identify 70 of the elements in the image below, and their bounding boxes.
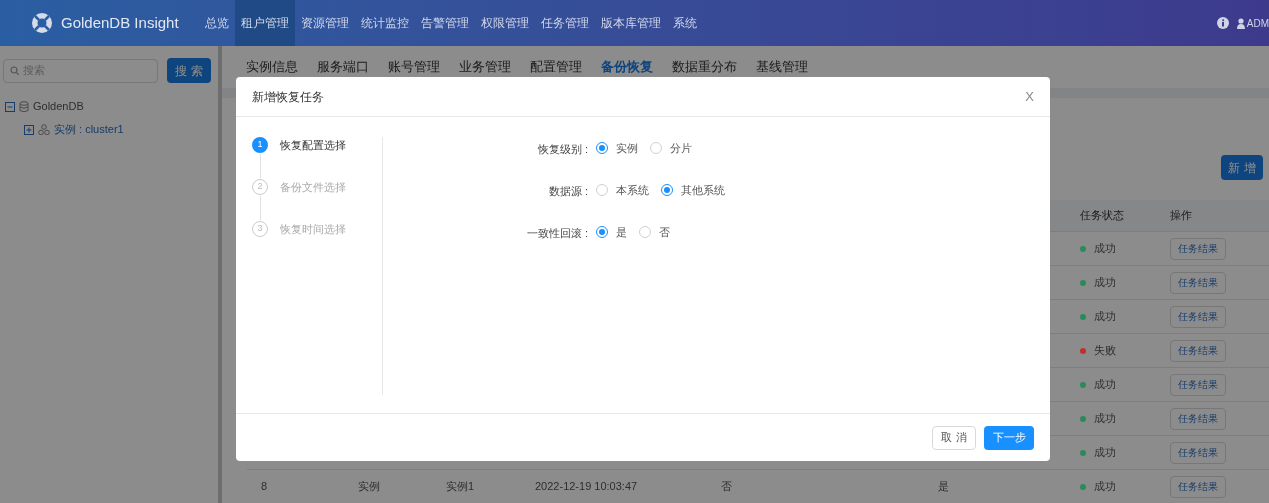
field-label: 一致性回滚 : [526, 227, 588, 239]
user-icon [1236, 17, 1245, 29]
nav-tab[interactable]: 权限管理 [475, 0, 535, 46]
close-button[interactable]: X [1025, 86, 1034, 107]
status-text: 成功 [1094, 445, 1116, 461]
task-result-button[interactable]: 任务结果 [1170, 475, 1226, 498]
column-header: 任务状态 [1080, 209, 1124, 222]
nav-tab[interactable]: 告警管理 [415, 0, 475, 46]
step-label: 备份文件选择 [280, 179, 346, 195]
table-cell: 实例1 [446, 480, 475, 493]
status-text: 成功 [1094, 309, 1116, 325]
radio-label: 其他系统 [681, 182, 725, 198]
logo-icon [31, 12, 53, 34]
next-button[interactable]: 下一步 [984, 425, 1034, 450]
radio-label: 否 [659, 224, 670, 240]
nav-tab[interactable]: 租户管理 [235, 0, 295, 46]
sub-tab[interactable]: 基线管理 [756, 57, 808, 77]
dialog-title: 新增恢复任务 [252, 88, 324, 106]
database-icon [19, 100, 29, 113]
logo-text: GoldenDB Insight [61, 12, 179, 33]
task-result-button[interactable]: 任务结果 [1170, 237, 1226, 260]
sub-tab[interactable]: 数据重分布 [672, 57, 737, 77]
radio-label: 本系统 [616, 182, 649, 198]
sub-tab[interactable]: 账号管理 [388, 57, 440, 77]
nav-tab[interactable]: 资源管理 [295, 0, 355, 46]
table-cell: 否 [721, 480, 732, 493]
status-text: 成功 [1094, 377, 1116, 393]
sub-tab[interactable]: 实例信息 [246, 57, 298, 77]
cancel-button[interactable]: 取 消 [932, 425, 976, 450]
sub-tab[interactable]: 服务端口 [317, 57, 369, 77]
task-result-button[interactable]: 任务结果 [1170, 305, 1226, 328]
step-label: 恢复时间选择 [280, 221, 346, 237]
radio-label: 是 [616, 224, 627, 240]
nav-tab[interactable]: 任务管理 [535, 0, 595, 46]
sub-tab[interactable]: 备份恢复 [601, 57, 653, 77]
field-label: 数据源 : [548, 185, 588, 197]
status-text: 失败 [1094, 343, 1116, 359]
task-result-button[interactable]: 任务结果 [1170, 373, 1226, 396]
sub-tab[interactable]: 配置管理 [530, 57, 582, 77]
table-cell: 8 [261, 480, 268, 493]
table-cell: 是 [938, 480, 949, 493]
tree-item[interactable]: 实例 : cluster1 [54, 121, 124, 138]
status-text: 成功 [1094, 411, 1116, 427]
status-text: 成功 [1094, 275, 1116, 291]
task-result-button[interactable]: 任务结果 [1170, 407, 1226, 430]
cluster-icon [38, 124, 50, 135]
table-cell: 实例 [358, 480, 380, 493]
radio-label: 分片 [670, 140, 692, 156]
step-number: 1 [252, 137, 268, 153]
search-button[interactable]: 搜 索 [167, 58, 211, 83]
radio-label: 实例 [616, 140, 638, 156]
status-text: 成功 [1094, 241, 1116, 257]
nav-tab[interactable]: 版本库管理 [595, 0, 667, 46]
nav-tab[interactable]: 总览 [199, 0, 235, 46]
search-icon [10, 66, 19, 75]
column-header: 操作 [1170, 209, 1192, 222]
field-label: 恢复级别 : [537, 143, 588, 155]
tree-item[interactable]: GoldenDB [33, 98, 84, 115]
status-text: 成功 [1094, 479, 1116, 495]
task-result-button[interactable]: 任务结果 [1170, 339, 1226, 362]
add-button[interactable]: 新 增 [1221, 155, 1263, 180]
info-icon [1216, 17, 1229, 29]
user-name[interactable]: ADM [1246, 15, 1269, 31]
task-result-button[interactable]: 任务结果 [1170, 271, 1226, 294]
nav-tab[interactable]: 统计监控 [355, 0, 415, 46]
table-cell: 2022-12-19 10:03:47 [535, 480, 638, 493]
sub-tab[interactable]: 业务管理 [459, 57, 511, 77]
task-result-button[interactable]: 任务结果 [1170, 441, 1226, 464]
nav-tab[interactable]: 系统 [667, 0, 703, 46]
step-label: 恢复配置选择 [280, 137, 346, 153]
